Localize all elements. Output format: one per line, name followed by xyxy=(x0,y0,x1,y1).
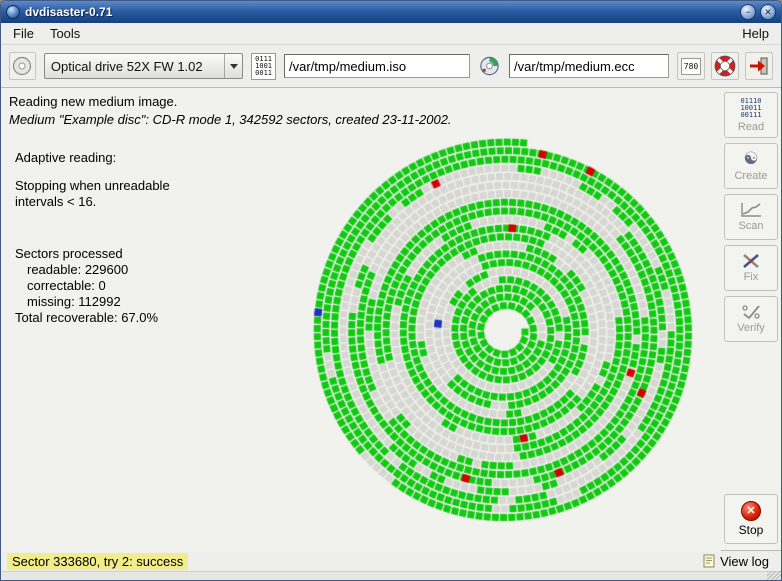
toolbar: Optical drive 52X FW 1.02 0111 1001 0011… xyxy=(1,45,781,88)
view-log-label: View log xyxy=(720,553,769,569)
exit-arrow-icon xyxy=(750,57,768,75)
fix-tools-icon xyxy=(743,254,759,268)
drive-select-value: Optical drive 52X FW 1.02 xyxy=(50,58,203,74)
drive-select[interactable]: Optical drive 52X FW 1.02 xyxy=(43,53,244,79)
content-area: Reading new medium image. Medium "Exampl… xyxy=(1,88,781,551)
menu-help[interactable]: Help xyxy=(734,24,777,43)
ecc-path-input[interactable] xyxy=(509,54,669,78)
stop-button[interactable]: ✕ Stop xyxy=(724,494,778,544)
verify-button[interactable]: Verify xyxy=(724,296,778,342)
log-file-icon xyxy=(703,554,715,568)
app-window: dvdisaster-0.71 − ✕ File Tools Help Opti… xyxy=(0,0,782,581)
read-button[interactable]: 01110 10011 00111 Read xyxy=(724,92,778,138)
read-binary-icon: 01110 10011 00111 xyxy=(740,96,762,119)
sectors-processed-title: Sectors processed xyxy=(15,246,123,261)
verify-label: Verify xyxy=(737,322,765,334)
quit-button[interactable] xyxy=(745,52,773,80)
resize-grip[interactable] xyxy=(767,571,781,580)
window-title: dvdisaster-0.71 xyxy=(25,5,113,19)
reading-stats: Adaptive reading: Stopping when unreadab… xyxy=(15,150,170,326)
minimize-button[interactable]: − xyxy=(740,4,756,20)
ecc-file-icon xyxy=(480,56,499,76)
menu-tools[interactable]: Tools xyxy=(42,24,88,43)
reading-visualization: Adaptive reading: Stopping when unreadab… xyxy=(1,129,721,551)
create-yinyang-icon: ☯ xyxy=(743,149,759,168)
menubar: File Tools Help xyxy=(1,23,781,45)
action-title: Reading new medium image. xyxy=(9,94,178,109)
total-recoverable: Total recoverable: 67.0% xyxy=(15,310,159,325)
medium-info: Medium "Example disc": CD-R mode 1, 3425… xyxy=(9,112,452,127)
read-label: Read xyxy=(737,120,765,133)
adaptive-reading-title: Adaptive reading: xyxy=(15,150,117,165)
stopping-condition-line2: intervals < 16. xyxy=(15,194,97,209)
main-panel: Reading new medium image. Medium "Exampl… xyxy=(1,88,721,551)
stopping-condition-line1: Stopping when unreadable xyxy=(15,178,170,193)
window-frame-bottom xyxy=(1,571,781,580)
preferences-icon: 780 xyxy=(680,57,702,75)
help-button[interactable] xyxy=(711,52,739,80)
drive-eject-button[interactable] xyxy=(9,52,36,80)
close-button[interactable]: ✕ xyxy=(760,4,776,20)
create-label: Create xyxy=(734,170,768,182)
image-file-icon: 0111 1001 0011 xyxy=(251,52,277,80)
action-sidebar: 01110 10011 00111 Read ☯ Create Scan Fix… xyxy=(721,88,781,550)
sectors-missing: missing: 112992 xyxy=(27,294,121,309)
iso-path-input[interactable] xyxy=(284,54,471,78)
window-controls: − ✕ xyxy=(740,4,776,20)
status-message: Sector 333680, try 2: success xyxy=(7,552,189,570)
verify-check-icon xyxy=(742,305,760,320)
statusbar: Sector 333680, try 2: success View log xyxy=(1,550,781,571)
lifebuoy-icon xyxy=(714,55,736,77)
app-icon xyxy=(6,5,20,19)
optical-disc-icon xyxy=(13,56,32,76)
scan-chart-icon xyxy=(741,203,761,217)
scan-label: Scan xyxy=(738,220,764,232)
preferences-button[interactable]: 780 xyxy=(677,52,705,80)
sectors-readable: readable: 229600 xyxy=(27,262,129,277)
stop-label: Stop xyxy=(738,523,764,537)
menu-file[interactable]: File xyxy=(5,24,42,43)
view-log-button[interactable]: View log xyxy=(696,553,775,570)
fix-button[interactable]: Fix xyxy=(724,245,778,291)
fix-label: Fix xyxy=(743,271,759,283)
toolbar-right-group: 780 xyxy=(677,52,773,80)
sectors-correctable: correctable: 0 xyxy=(27,278,106,293)
create-button[interactable]: ☯ Create xyxy=(724,143,778,189)
stop-icon: ✕ xyxy=(741,501,761,521)
titlebar[interactable]: dvdisaster-0.71 − ✕ xyxy=(1,1,781,23)
scan-button[interactable]: Scan xyxy=(724,194,778,240)
chevron-down-icon[interactable] xyxy=(224,54,242,78)
action-header: Reading new medium image. Medium "Exampl… xyxy=(1,88,721,127)
